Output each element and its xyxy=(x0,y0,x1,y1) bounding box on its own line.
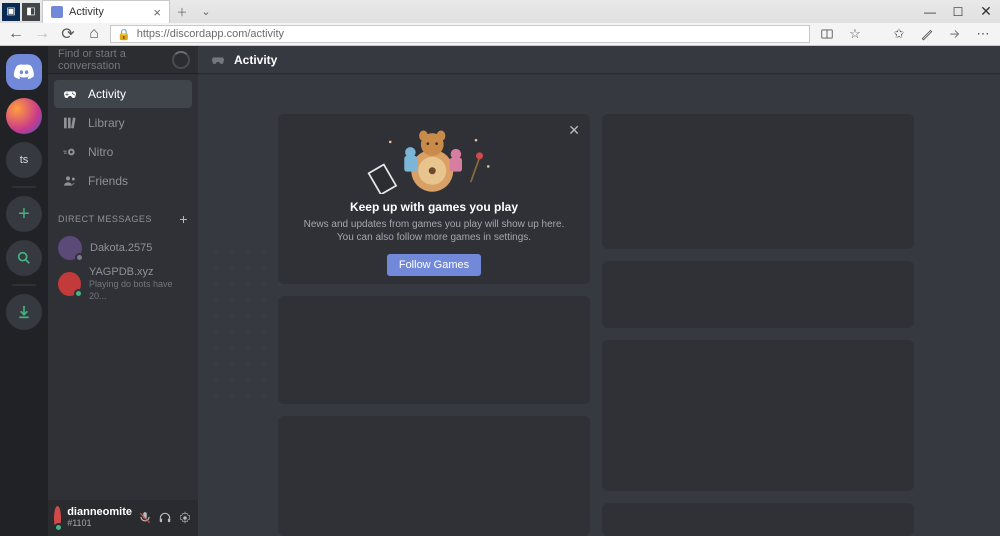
address-bar[interactable]: 🔒 https://discordapp.com/activity xyxy=(110,25,810,43)
nav-label: Friends xyxy=(88,174,128,188)
channel-sidebar: Find or start a conversation Activity Li… xyxy=(48,46,198,536)
url-text: https://discordapp.com/activity xyxy=(137,28,284,40)
server-separator xyxy=(12,186,36,188)
nav-refresh-button[interactable]: ⟳ xyxy=(58,24,78,44)
taskbar-app-icon-2[interactable]: ◧ xyxy=(22,3,40,21)
download-app-button[interactable] xyxy=(6,294,42,330)
explore-button[interactable] xyxy=(6,240,42,276)
browser-tab[interactable]: Activity × xyxy=(42,0,170,23)
self-username: dianneomite xyxy=(67,507,132,518)
quick-switcher-placeholder: Find or start a conversation xyxy=(58,48,188,72)
placeholder-card xyxy=(602,340,914,491)
tab-close-icon[interactable]: × xyxy=(153,5,161,20)
deafen-button[interactable] xyxy=(158,509,172,527)
server-list: ts + xyxy=(0,46,48,536)
user-settings-button[interactable] xyxy=(178,509,192,527)
nav-forward-button[interactable]: → xyxy=(32,24,52,44)
follow-games-card: ✕ xyxy=(278,114,590,284)
hero-illustration xyxy=(288,124,580,194)
reading-view-button[interactable] xyxy=(816,23,838,45)
share-button[interactable] xyxy=(944,23,966,45)
avatar xyxy=(58,236,82,260)
quick-switcher[interactable]: Find or start a conversation xyxy=(48,46,198,74)
gamepad-icon xyxy=(62,86,78,102)
favorite-star-button[interactable]: ☆ xyxy=(844,23,866,45)
server-button-ts[interactable]: ts xyxy=(6,142,42,178)
window-maximize-button[interactable]: ☐ xyxy=(944,0,972,23)
add-server-button[interactable]: + xyxy=(6,196,42,232)
main-header-title: Activity xyxy=(234,53,277,67)
dm-name: Dakota.2575 xyxy=(90,242,152,254)
avatar xyxy=(58,272,81,296)
main-column: Activity ✕ xyxy=(198,46,1000,536)
self-discriminator: #1101 xyxy=(67,518,132,529)
notes-button[interactable] xyxy=(916,23,938,45)
self-avatar[interactable] xyxy=(54,506,61,530)
user-panel: dianneomite #1101 xyxy=(48,500,198,536)
window-minimize-button[interactable]: — xyxy=(916,0,944,23)
library-icon xyxy=(62,115,78,131)
placeholder-card xyxy=(602,503,914,536)
placeholder-card xyxy=(602,114,914,249)
nav-library[interactable]: Library xyxy=(54,109,192,137)
dm-item[interactable]: YAGPDB.xyz Playing do bots have 20... xyxy=(54,267,192,301)
mute-mic-button[interactable] xyxy=(138,509,152,527)
window-close-button[interactable]: ✕ xyxy=(972,0,1000,23)
new-tab-button[interactable]: ＋ xyxy=(170,0,194,23)
taskbar-app-icon[interactable]: ▣ xyxy=(2,3,20,21)
more-button[interactable]: ⋯ xyxy=(972,23,994,45)
follow-games-button[interactable]: Follow Games xyxy=(387,254,481,276)
friends-icon xyxy=(62,173,78,189)
new-dm-button[interactable]: + xyxy=(179,211,188,227)
server-separator xyxy=(12,284,36,286)
hero-desc: News and updates from games you play wil… xyxy=(288,218,580,244)
placeholder-card xyxy=(602,261,914,328)
loading-ring-icon xyxy=(172,51,190,69)
nitro-icon xyxy=(62,144,78,160)
favorites-button[interactable]: ✩ xyxy=(888,23,910,45)
gamepad-icon xyxy=(210,52,226,68)
browser-toolbar: ← → ⟳ ⌂ 🔒 https://discordapp.com/activit… xyxy=(0,23,1000,46)
nav-label: Activity xyxy=(88,87,126,101)
card-close-button[interactable]: ✕ xyxy=(568,122,580,139)
placeholder-card xyxy=(278,416,590,536)
dm-item[interactable]: Dakota.2575 xyxy=(54,231,192,265)
dm-status: Playing do bots have 20... xyxy=(89,278,188,302)
main-header: Activity xyxy=(198,46,1000,74)
nav-label: Library xyxy=(88,116,125,130)
hero-title: Keep up with games you play xyxy=(288,200,580,214)
nav-activity[interactable]: Activity xyxy=(54,80,192,108)
nav-back-button[interactable]: ← xyxy=(6,24,26,44)
lock-icon: 🔒 xyxy=(117,28,131,41)
nav-label: Nitro xyxy=(88,145,113,159)
dm-header: DIRECT MESSAGES + xyxy=(48,201,198,231)
window-titlebar: ▣ ◧ Activity × ＋ ⌄ — ☐ ✕ xyxy=(0,0,1000,23)
discord-favicon-icon xyxy=(51,6,63,18)
nav-friends[interactable]: Friends xyxy=(54,167,192,195)
server-button[interactable] xyxy=(6,98,42,134)
home-button[interactable] xyxy=(6,54,42,90)
dm-name: YAGPDB.xyz xyxy=(89,266,188,278)
placeholder-card xyxy=(278,296,590,404)
tab-overflow-button[interactable]: ⌄ xyxy=(194,0,218,23)
nav-nitro[interactable]: Nitro xyxy=(54,138,192,166)
tab-title: Activity xyxy=(69,6,147,18)
nav-home-button[interactable]: ⌂ xyxy=(84,24,104,44)
